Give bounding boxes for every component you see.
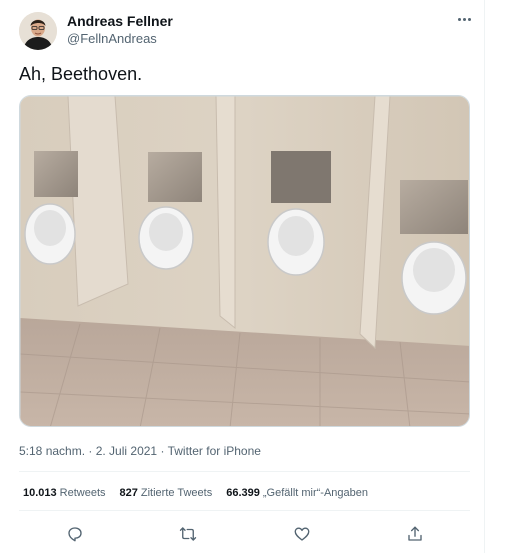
divider — [19, 471, 470, 472]
author-handle[interactable]: @FellnAndreas — [67, 31, 157, 46]
tweet-source[interactable]: Twitter for iPhone — [168, 444, 261, 458]
retweets-count: 10.013 — [23, 487, 57, 499]
avatar[interactable] — [19, 12, 57, 50]
retweets-label: Retweets — [59, 487, 106, 499]
share-icon[interactable] — [404, 523, 426, 545]
quotes-count: 827 — [119, 487, 138, 499]
tweet-date[interactable]: 2. Juli 2021 — [96, 444, 157, 458]
tweet-card: Andreas Fellner @FellnAndreas Ah, Beetho… — [0, 0, 485, 553]
tweet-photo[interactable] — [19, 95, 470, 427]
retweets-stat[interactable]: 10.013 Retweets — [23, 487, 106, 499]
likes-count: 66.399 — [226, 487, 260, 499]
meta-separator: · — [157, 444, 168, 458]
tweet-text: Ah, Beethoven. — [19, 64, 143, 84]
engagement-stats: 10.013 Retweets 827 Zitierte Tweets 66.399… — [23, 487, 368, 499]
likes-stat[interactable]: 66.399 „Gefällt mir“-Angaben — [226, 487, 368, 499]
likes-label: „Gefällt mir“-Angaben — [262, 487, 369, 499]
like-icon[interactable] — [291, 523, 313, 545]
quotes-label: Zitierte Tweets — [140, 487, 213, 499]
retweet-icon[interactable] — [177, 523, 199, 545]
meta-separator: · — [85, 444, 96, 458]
quotes-stat[interactable]: 827 Zitierte Tweets — [120, 487, 213, 499]
urinals-photo — [20, 96, 469, 426]
reply-icon[interactable] — [64, 523, 86, 545]
action-bar — [19, 521, 470, 547]
tweet-time[interactable]: 5:18 nachm. — [19, 444, 85, 458]
more-icon[interactable] — [454, 9, 474, 29]
divider — [19, 510, 470, 511]
author-name[interactable]: Andreas Fellner — [67, 13, 173, 29]
tweet-metadata: 5:18 nachm. · 2. Juli 2021 · Twitter for… — [19, 444, 261, 458]
